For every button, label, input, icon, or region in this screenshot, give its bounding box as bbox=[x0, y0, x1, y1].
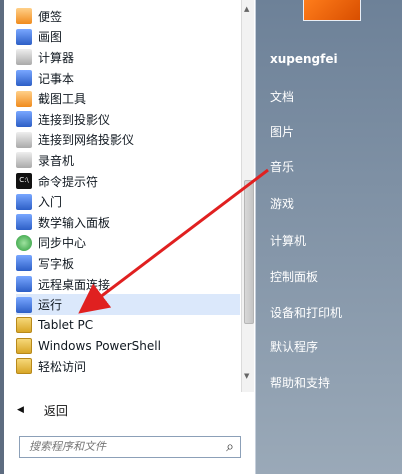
start-menu: 便签 画图 计算器 记事本 截图工具 连接到投影仪 连接到网络投影仪 录音机 C… bbox=[0, 0, 402, 474]
annotation-arrow bbox=[78, 168, 269, 314]
